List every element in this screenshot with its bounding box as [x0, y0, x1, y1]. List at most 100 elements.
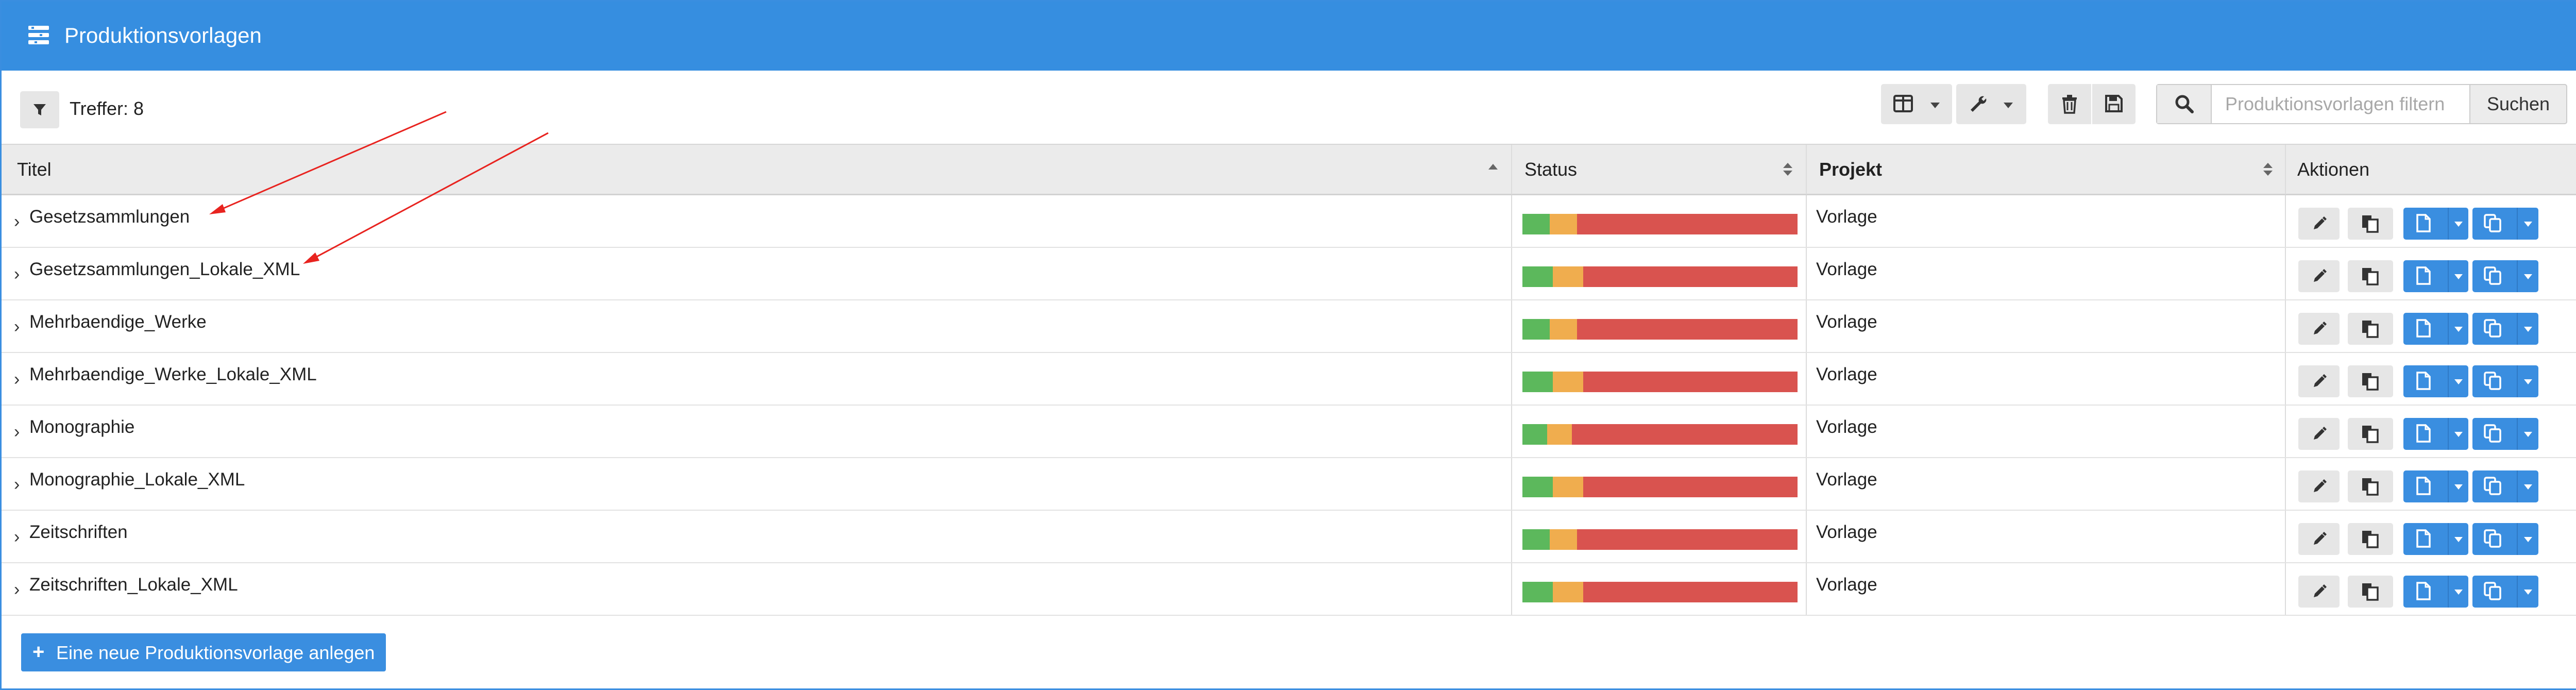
chevron-down-icon[interactable] — [2454, 274, 2463, 279]
new-document-button[interactable] — [2403, 260, 2468, 292]
column-header-project[interactable]: Projekt — [1819, 145, 1882, 194]
title-bar: Produktionsvorlagen — [2, 2, 2576, 71]
edit-button[interactable] — [2298, 260, 2340, 292]
edit-button[interactable] — [2298, 365, 2340, 397]
tools-menu-button[interactable] — [1956, 84, 2026, 124]
status-progress-segment — [1550, 214, 1577, 234]
table-row[interactable]: › Zeitschriften Vorlage — [2, 511, 2576, 563]
copy-button[interactable] — [2348, 260, 2393, 292]
table-row[interactable]: › Gesetzsammlungen_Lokale_XML Vorlage — [2, 248, 2576, 300]
sort-icon[interactable] — [1783, 163, 1792, 176]
chevron-down-icon[interactable] — [2524, 327, 2532, 332]
edit-button[interactable] — [2298, 313, 2340, 345]
row-title[interactable]: Mehrbaendige_Werke_Lokale_XML — [29, 363, 317, 386]
row-title[interactable]: Zeitschriften — [29, 521, 128, 544]
chevron-down-icon[interactable] — [2524, 222, 2532, 227]
columns-menu-button[interactable] — [1881, 84, 1952, 124]
edit-button[interactable] — [2298, 470, 2340, 502]
chevron-right-icon[interactable]: › — [14, 423, 20, 441]
column-header-actions: Aktionen — [2297, 159, 2370, 180]
edit-button[interactable] — [2298, 208, 2340, 240]
duplicate-button[interactable] — [2472, 365, 2538, 397]
chevron-down-icon[interactable] — [2454, 484, 2463, 490]
column-divider — [1511, 458, 1512, 510]
edit-button[interactable] — [2298, 418, 2340, 450]
chevron-right-icon[interactable]: › — [14, 265, 20, 283]
chevron-down-icon[interactable] — [2524, 432, 2532, 437]
row-title[interactable]: Mehrbaendige_Werke — [29, 311, 207, 333]
table-row[interactable]: › Mehrbaendige_Werke_Lokale_XML Vorlage — [2, 353, 2576, 406]
sort-icon[interactable] — [2263, 163, 2273, 176]
row-title[interactable]: Gesetzsammlungen — [29, 206, 190, 228]
chevron-right-icon[interactable]: › — [14, 213, 20, 230]
row-title[interactable]: Monographie_Lokale_XML — [29, 468, 245, 491]
chevron-down-icon[interactable] — [2454, 327, 2463, 332]
copy-icon — [2362, 531, 2379, 548]
edit-button[interactable] — [2298, 523, 2340, 555]
chevron-down-icon[interactable] — [2454, 222, 2463, 227]
duplicate-button[interactable] — [2472, 208, 2538, 240]
copy-button[interactable] — [2348, 576, 2393, 608]
duplicate-button[interactable] — [2472, 313, 2538, 345]
new-document-button[interactable] — [2403, 313, 2468, 345]
copy-button[interactable] — [2348, 523, 2393, 555]
duplicate-button[interactable] — [2472, 470, 2538, 502]
row-title[interactable]: Monographie — [29, 416, 134, 439]
chevron-right-icon[interactable]: › — [14, 476, 20, 493]
new-document-button[interactable] — [2403, 470, 2468, 502]
chevron-down-icon — [1930, 103, 1940, 108]
edit-button[interactable] — [2298, 576, 2340, 608]
chevron-right-icon[interactable]: › — [14, 581, 20, 598]
duplicate-icon — [2484, 529, 2501, 548]
new-template-button[interactable]: + Eine neue Produktionsvorlage anlegen — [21, 633, 386, 671]
new-document-button[interactable] — [2403, 365, 2468, 397]
copy-button[interactable] — [2348, 365, 2393, 397]
column-header-title[interactable]: Titel — [17, 145, 52, 194]
chevron-down-icon[interactable] — [2524, 590, 2532, 595]
table-row[interactable]: › Monographie_Lokale_XML Vorlage — [2, 458, 2576, 511]
copy-button[interactable] — [2348, 470, 2393, 502]
save-button[interactable] — [2092, 84, 2136, 124]
row-title[interactable]: Gesetzsammlungen_Lokale_XML — [29, 258, 300, 281]
filter-button[interactable] — [20, 91, 59, 128]
column-divider — [2285, 145, 2286, 194]
new-document-button[interactable] — [2403, 418, 2468, 450]
chevron-right-icon[interactable]: › — [14, 318, 20, 335]
chevron-down-icon[interactable] — [2524, 274, 2532, 279]
new-document-button[interactable] — [2403, 576, 2468, 608]
chevron-down-icon[interactable] — [2454, 590, 2463, 595]
row-title[interactable]: Zeitschriften_Lokale_XML — [29, 574, 238, 596]
duplicate-button[interactable] — [2472, 260, 2538, 292]
table-row[interactable]: › Zeitschriften_Lokale_XML Vorlage — [2, 563, 2576, 616]
chevron-right-icon[interactable]: › — [14, 371, 20, 388]
table-row[interactable]: › Gesetzsammlungen Vorlage — [2, 195, 2576, 248]
chevron-down-icon[interactable] — [2524, 484, 2532, 490]
duplicate-button[interactable] — [2472, 523, 2538, 555]
new-document-button[interactable] — [2403, 523, 2468, 555]
chevron-down-icon[interactable] — [2454, 379, 2463, 384]
chevron-down-icon[interactable] — [2524, 537, 2532, 542]
status-done-segment — [1522, 477, 1553, 497]
copy-button[interactable] — [2348, 313, 2393, 345]
new-document-button[interactable] — [2403, 208, 2468, 240]
chevron-right-icon[interactable]: › — [14, 528, 20, 546]
delete-button[interactable] — [2048, 84, 2091, 124]
copy-button[interactable] — [2348, 208, 2393, 240]
search-button[interactable]: Suchen — [2469, 84, 2567, 124]
sort-ascending-icon[interactable] — [1488, 164, 1498, 170]
column-divider — [1806, 353, 1807, 405]
list-settings-icon — [28, 26, 49, 44]
duplicate-icon — [2484, 477, 2501, 495]
chevron-down-icon[interactable] — [2454, 432, 2463, 437]
chevron-down-icon[interactable] — [2454, 537, 2463, 542]
chevron-down-icon[interactable] — [2524, 379, 2532, 384]
split-divider — [2517, 365, 2518, 397]
duplicate-button[interactable] — [2472, 576, 2538, 608]
copy-button[interactable] — [2348, 418, 2393, 450]
column-divider — [1511, 406, 1512, 457]
column-header-status[interactable]: Status — [1524, 145, 1577, 194]
split-divider — [2517, 523, 2518, 555]
table-row[interactable]: › Mehrbaendige_Werke Vorlage — [2, 300, 2576, 353]
duplicate-button[interactable] — [2472, 418, 2538, 450]
table-row[interactable]: › Monographie Vorlage — [2, 406, 2576, 458]
